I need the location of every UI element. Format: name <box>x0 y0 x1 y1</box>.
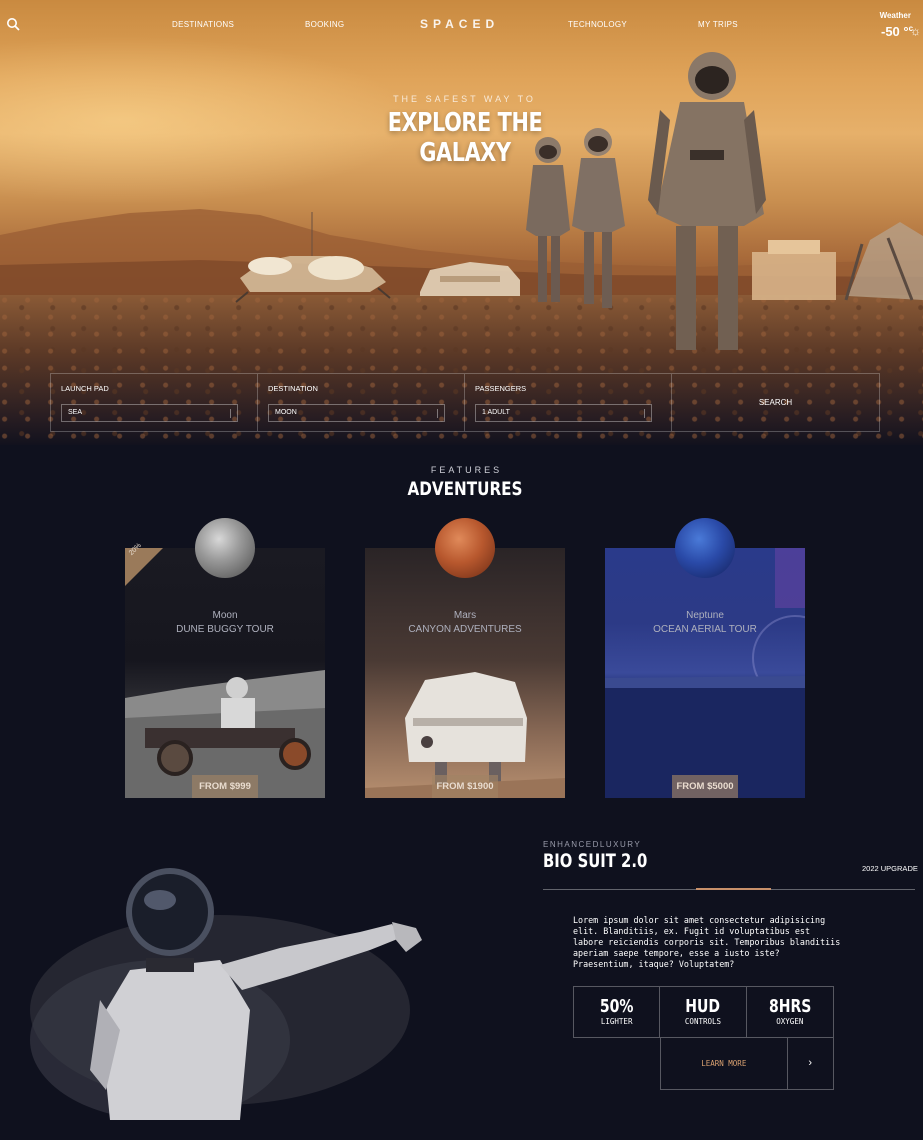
stat-value: 8HRS <box>768 996 812 1017</box>
brand-logo[interactable]: SPACED <box>420 17 499 31</box>
bio-upgrade-badge: 2022 UPGRADE <box>862 864 918 873</box>
astronaut-pointing-image <box>30 868 422 1120</box>
launch-pad-label: LAUNCH PAD <box>61 384 109 393</box>
nav-link-my-trips[interactable]: MY TRIPS <box>698 20 738 29</box>
bio-title: BIO SUIT 2.0 <box>543 850 648 872</box>
card-price: FROM $999 <box>192 775 258 798</box>
neptune-planet-icon <box>675 518 735 578</box>
card-planet-name: Moon <box>212 610 238 621</box>
learn-more-group: LEARN MORE › <box>660 1038 834 1090</box>
destination-label: DESTINATION <box>268 384 318 393</box>
stat-lighter: 50% LIGHTER <box>574 987 661 1037</box>
hero-title: EXPLORE THE GALAXY <box>387 108 543 168</box>
stat-value: 50% <box>599 996 634 1017</box>
lander-craft <box>235 212 391 303</box>
features-title: ADVENTURES <box>407 478 523 500</box>
top-nav: DESTINATIONS BOOKING SPACED TECHNOLOGY M… <box>0 0 923 48</box>
learn-more-button[interactable]: LEARN MORE <box>661 1038 788 1089</box>
card-tour-name: DUNE BUGGY TOUR <box>176 624 274 635</box>
bio-divider-accent <box>696 888 771 890</box>
stat-label: LIGHTER <box>600 1017 633 1026</box>
neptune-ocean-image <box>605 548 805 798</box>
destination-select[interactable]: MOON <box>268 404 445 422</box>
chevron-right-icon[interactable]: › <box>788 1038 833 1089</box>
search-button[interactable]: SEARCH <box>672 374 879 431</box>
habitat-module <box>420 262 520 296</box>
search-cell: SEARCH <box>672 374 879 431</box>
bio-description: Lorem ipsum dolor sit amet consectetur a… <box>573 915 841 969</box>
sun-icon: ☼ <box>910 24 921 38</box>
stat-oxygen: 8HRS OXYGEN <box>747 987 833 1037</box>
nav-link-booking[interactable]: BOOKING <box>305 20 344 29</box>
nav-link-technology[interactable]: TECHNOLOGY <box>568 20 627 29</box>
astronaut-small-2 <box>572 128 625 308</box>
booking-bar: LAUNCH PAD SEA DESTINATION MOON PASSENGE… <box>50 373 880 432</box>
passengers-field: PASSENGERS 1 ADULT <box>465 374 672 431</box>
base-structure <box>752 222 923 301</box>
adventure-card-mars[interactable]: Mars CANYON ADVENTURES FROM $1900 <box>365 548 565 798</box>
weather-label: Weather <box>879 11 911 20</box>
mars-planet-icon <box>435 518 495 578</box>
card-planet-name: Mars <box>453 610 477 621</box>
card-tour-name: CANYON ADVENTURES <box>408 624 522 635</box>
search-icon[interactable] <box>6 17 20 31</box>
moon-planet-icon <box>195 518 255 578</box>
destination-field: DESTINATION MOON <box>258 374 465 431</box>
launch-pad-field: LAUNCH PAD SEA <box>51 374 258 431</box>
bio-kicker: ENHANCEDLUXURY <box>543 840 642 849</box>
passengers-label: PASSENGERS <box>475 384 527 393</box>
stat-label: CONTROLS <box>684 1017 722 1026</box>
stat-controls: HUD CONTROLS <box>660 987 747 1037</box>
hero-subtitle: THE SAFEST WAY TO <box>393 94 536 104</box>
stat-label: OXYGEN <box>776 1017 804 1026</box>
nav-link-destinations[interactable]: DESTINATIONS <box>172 20 234 29</box>
card-price: FROM $5000 <box>672 775 738 798</box>
features-kicker: FEATURES <box>430 465 503 475</box>
stat-value: HUD <box>685 996 721 1017</box>
adventure-card-neptune[interactable]: Neptune OCEAN AERIAL TOUR FROM $5000 <box>605 548 805 798</box>
weather-temperature: -50 °c <box>881 24 914 39</box>
bio-stats: 50% LIGHTER HUD CONTROLS 8HRS OXYGEN <box>573 986 834 1038</box>
launch-pad-select[interactable]: SEA <box>61 404 238 422</box>
passengers-select[interactable]: 1 ADULT <box>475 404 652 422</box>
card-price: FROM $1900 <box>432 775 498 798</box>
